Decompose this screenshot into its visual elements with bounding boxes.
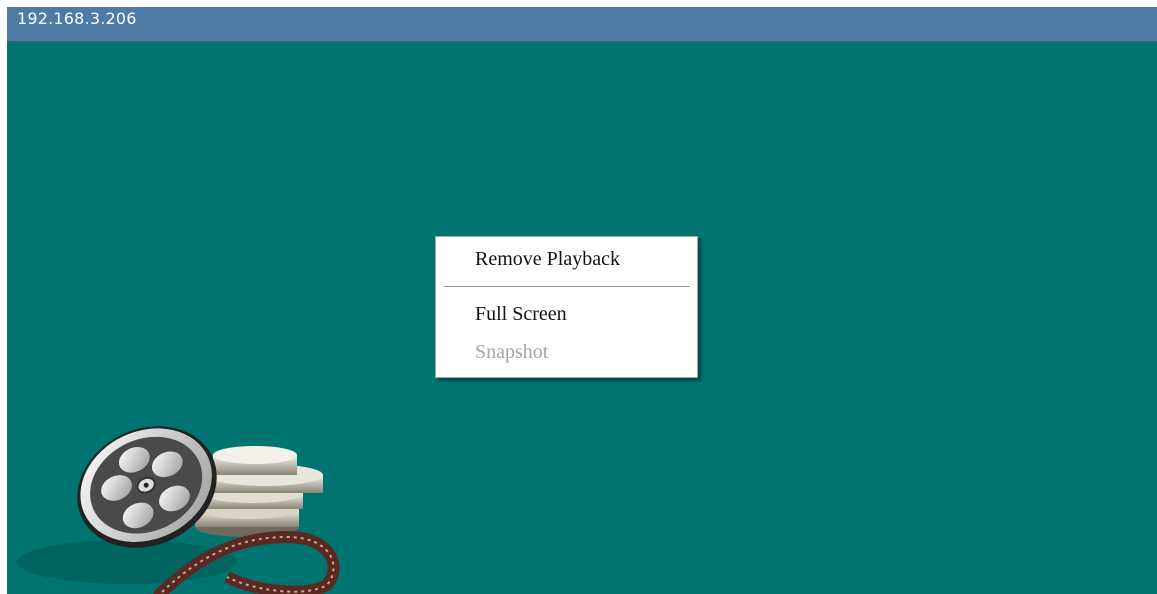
window-titlebar: 192.168.3.206 — [7, 7, 1157, 42]
film-reel-icon — [17, 426, 340, 594]
context-menu: Remove Playback Full Screen Snapshot — [435, 236, 698, 378]
menu-separator — [444, 286, 690, 288]
menu-item-remove-playback[interactable]: Remove Playback — [475, 248, 620, 271]
window-title: 192.168.3.206 — [17, 9, 137, 28]
menu-item-snapshot[interactable]: Snapshot — [475, 341, 548, 364]
video-viewport[interactable]: 192.168.3.206 Remove Playback Full Scree… — [7, 7, 1157, 594]
menu-item-full-screen[interactable]: Full Screen — [475, 303, 567, 326]
